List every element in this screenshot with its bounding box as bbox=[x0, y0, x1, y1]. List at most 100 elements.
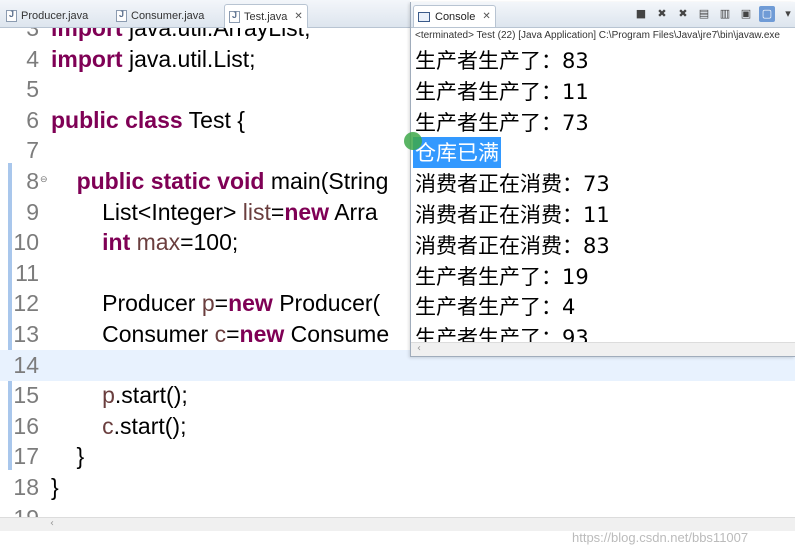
remove-all-icon[interactable]: ✖ bbox=[675, 6, 691, 22]
keyword-token: void bbox=[217, 168, 265, 194]
code-text: import java.util.ArrayList; bbox=[51, 28, 310, 42]
code-token: = bbox=[270, 198, 285, 225]
display-console-icon[interactable]: ▢ bbox=[759, 6, 775, 22]
console-line[interactable]: 生产者生产了：11 bbox=[415, 76, 589, 107]
keyword-token: import bbox=[51, 45, 123, 72]
editor-horizontal-scrollbar[interactable]: ‹ bbox=[0, 517, 795, 531]
keyword-token: import bbox=[51, 28, 123, 41]
console-line[interactable]: 生产者生产了：73 bbox=[415, 107, 589, 138]
line-number: 3 bbox=[26, 28, 39, 41]
console-line-selected[interactable]: 仓库已满 bbox=[413, 137, 501, 169]
code-token: .start(); bbox=[113, 412, 187, 439]
code-token: Consumer bbox=[51, 321, 215, 347]
scroll-left-icon[interactable]: ‹ bbox=[50, 518, 54, 529]
line-number: 12 bbox=[13, 290, 39, 317]
java-file-icon bbox=[229, 10, 240, 23]
variable-token: c bbox=[102, 412, 114, 439]
line-number: 5 bbox=[26, 76, 39, 103]
clear-console-icon[interactable]: ▤ bbox=[696, 6, 712, 22]
variable-token: p bbox=[102, 382, 115, 409]
code-text: } bbox=[51, 443, 85, 470]
line-number: 7 bbox=[26, 137, 39, 164]
line-number: 18 bbox=[13, 474, 39, 500]
code-token: = bbox=[226, 321, 240, 347]
mouse-cursor-highlight bbox=[404, 132, 422, 150]
code-token: =100; bbox=[180, 229, 239, 256]
line-number: 10 bbox=[13, 229, 39, 256]
keyword-token: new bbox=[284, 198, 330, 225]
code-token: } bbox=[51, 443, 85, 470]
code-line[interactable]: 17 } bbox=[0, 441, 795, 472]
editor-tab-bar: Producer.java Consumer.java Test.java ✕ bbox=[0, 0, 410, 28]
line-number: 17 bbox=[13, 443, 39, 470]
tab-producer-java[interactable]: Producer.java bbox=[2, 4, 92, 28]
console-line[interactable]: 消费者正在消费：83 bbox=[415, 230, 610, 261]
keyword-token: public bbox=[51, 106, 119, 133]
line-number: 15 bbox=[13, 382, 39, 409]
console-process-info: <terminated> Test (22) [Java Application… bbox=[415, 30, 780, 41]
variable-token: max bbox=[136, 229, 181, 256]
code-token: main(String bbox=[264, 168, 389, 194]
console-view[interactable]: Console ✕ ■ ✖ ✖ ▤ ▥ ▣ ▢ ▾ <terminated> Test (22… bbox=[410, 2, 795, 357]
console-tab-label: Console bbox=[435, 10, 476, 23]
code-token: java.util.ArrayList; bbox=[122, 28, 311, 41]
tab-consumer-java[interactable]: Consumer.java bbox=[112, 4, 208, 28]
console-line[interactable]: 生产者生产了：83 bbox=[415, 45, 589, 76]
scroll-lock-icon[interactable]: ▥ bbox=[717, 6, 733, 22]
console-toolbar: ■ ✖ ✖ ▤ ▥ ▣ ▢ ▾ bbox=[628, 6, 795, 24]
console-line[interactable]: 生产者生产了：4 bbox=[415, 291, 575, 322]
console-output[interactable]: 生产者生产了：83 生产者生产了：11 生产者生产了：73 仓库已满 消费者正在消费：7… bbox=[411, 45, 795, 342]
tab-console[interactable]: Console ✕ bbox=[413, 5, 496, 27]
code-line[interactable]: 15 p.start(); bbox=[0, 380, 795, 411]
keyword-token: int bbox=[102, 229, 131, 256]
console-line[interactable]: 生产者生产了：93 bbox=[415, 322, 589, 342]
keyword-token: new bbox=[239, 321, 285, 347]
close-icon[interactable]: ✕ bbox=[482, 11, 490, 22]
variable-token: c bbox=[214, 321, 227, 347]
java-file-icon bbox=[116, 9, 127, 22]
fold-toggle-icon[interactable]: ⊖ bbox=[40, 174, 48, 185]
code-text: } bbox=[51, 474, 59, 501]
line-number: 13 bbox=[13, 321, 39, 347]
tab-test-java[interactable]: Test.java ✕ bbox=[224, 4, 308, 28]
console-line[interactable]: 生产者生产了：19 bbox=[415, 261, 589, 292]
keyword-token: class bbox=[125, 106, 183, 133]
code-token: Arra bbox=[329, 198, 378, 225]
remove-launch-icon[interactable]: ✖ bbox=[654, 6, 670, 22]
line-number: 16 bbox=[13, 412, 39, 439]
line-number: 6 bbox=[26, 106, 39, 133]
keyword-token: public bbox=[76, 168, 145, 194]
stop-icon[interactable]: ■ bbox=[633, 6, 649, 22]
keyword-token: static bbox=[150, 168, 211, 194]
code-text: import java.util.List; bbox=[51, 46, 256, 73]
open-console-icon[interactable]: ▾ bbox=[780, 6, 795, 22]
tab-label: Consumer.java bbox=[131, 10, 205, 22]
code-text: List<Integer> list=new Arra bbox=[51, 199, 378, 226]
pin-console-icon[interactable]: ▣ bbox=[738, 6, 754, 22]
code-text: public class Test { bbox=[51, 107, 245, 134]
java-file-icon bbox=[6, 9, 17, 22]
watermark-text: https://blog.csdn.net/bbs11007 bbox=[572, 530, 749, 545]
code-line[interactable]: 19 bbox=[0, 503, 795, 517]
tab-label: Test.java bbox=[244, 10, 288, 23]
code-token: Producer( bbox=[272, 290, 381, 317]
scroll-left-icon[interactable]: ‹ bbox=[417, 343, 421, 354]
code-token: } bbox=[51, 474, 59, 500]
line-number: 4 bbox=[26, 45, 39, 72]
code-line[interactable]: 18} bbox=[0, 472, 795, 503]
close-icon[interactable]: ✕ bbox=[294, 11, 302, 22]
code-line[interactable]: 16 c.start(); bbox=[0, 411, 795, 442]
tab-label: Producer.java bbox=[21, 10, 89, 22]
code-text: Consumer c=new Consume bbox=[51, 321, 389, 348]
console-line[interactable]: 消费者正在消费：11 bbox=[415, 199, 610, 230]
code-token: Producer bbox=[51, 290, 202, 317]
line-number: 14 bbox=[13, 351, 39, 378]
console-horizontal-scrollbar[interactable]: ‹ bbox=[411, 342, 795, 356]
console-line[interactable]: 消费者正在消费：73 bbox=[415, 168, 610, 199]
code-token: .start(); bbox=[114, 382, 188, 409]
keyword-token: new bbox=[228, 290, 273, 317]
